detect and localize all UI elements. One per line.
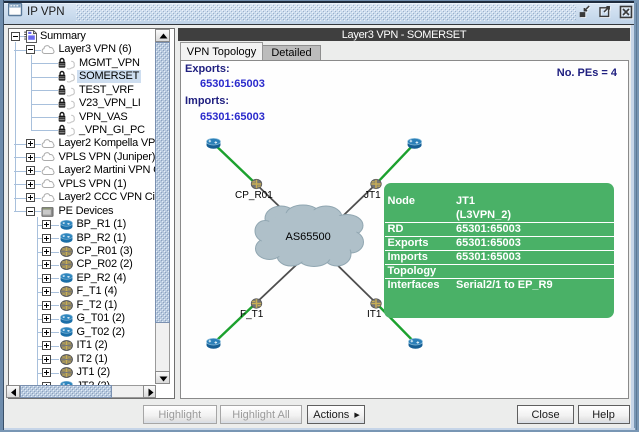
- svg-text:CP_R01: CP_R01: [235, 190, 273, 201]
- svg-text:AS65500: AS65500: [286, 231, 331, 243]
- svg-text:F_T1: F_T1: [240, 309, 264, 320]
- svg-text:JT1: JT1: [364, 190, 381, 201]
- svg-text:IT1: IT1: [367, 309, 382, 320]
